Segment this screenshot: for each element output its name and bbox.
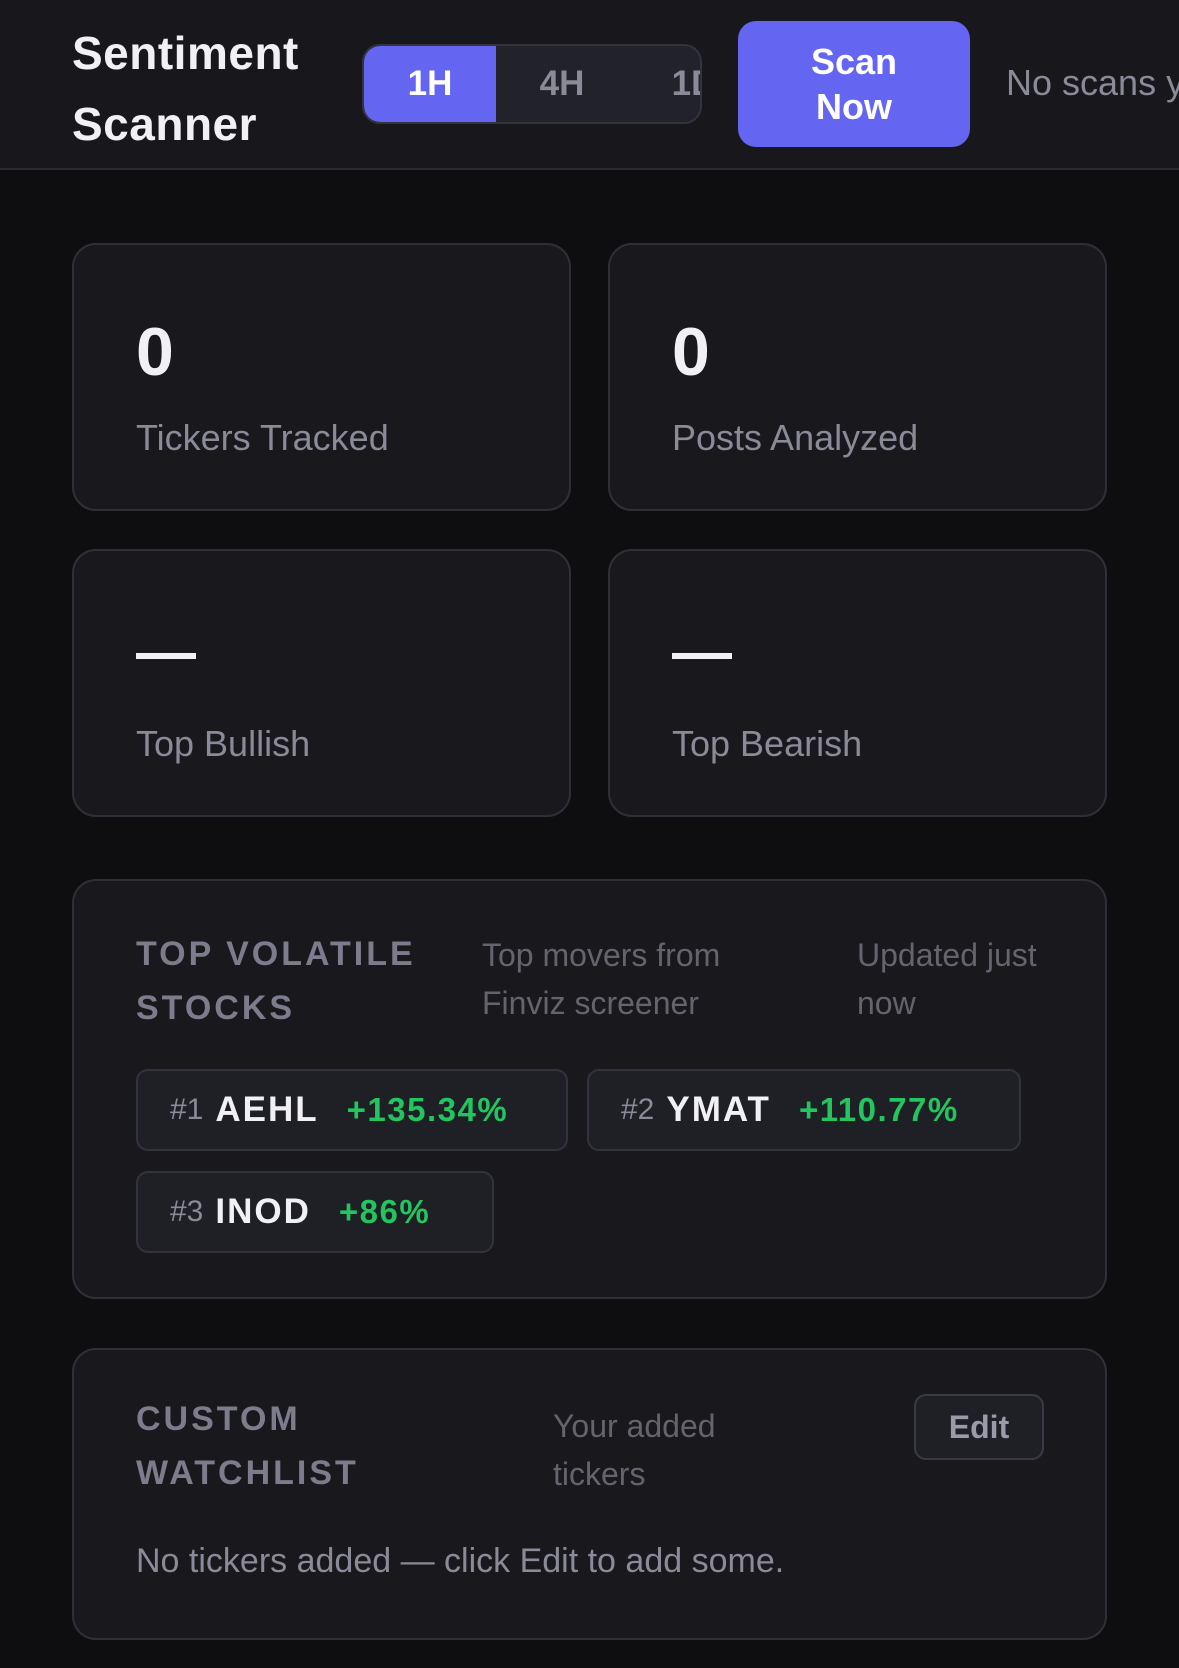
panel-title: Top Volatile Stocks bbox=[136, 935, 416, 1027]
scan-now-button[interactable]: Scan Now bbox=[738, 21, 970, 147]
stat-card-posts-analyzed: 0 Posts Analyzed bbox=[608, 243, 1107, 511]
stat-label: Posts Analyzed bbox=[672, 417, 919, 458]
custom-watchlist-panel: Custom Watchlist Your added tickers Edit… bbox=[72, 1348, 1107, 1640]
watchlist-empty-message: No tickers added — click Edit to add som… bbox=[136, 1542, 785, 1580]
stat-card-tickers-tracked: 0 Tickers Tracked bbox=[72, 243, 571, 511]
empty-value-dash bbox=[672, 653, 732, 659]
stock-rank: #2 bbox=[621, 1093, 655, 1126]
stock-symbol: YMAT bbox=[666, 1090, 771, 1129]
stat-value: 0 bbox=[136, 314, 174, 390]
stock-symbol: INOD bbox=[215, 1192, 311, 1231]
top-volatile-panel: Top Volatile Stocks Top movers from Finv… bbox=[72, 879, 1107, 1299]
timeframe-4h-button[interactable]: 4H bbox=[496, 46, 628, 122]
timeframe-selector: 1H 4H 1D bbox=[362, 44, 702, 124]
updated-status: Updated just now bbox=[857, 937, 1037, 1021]
panel-subtitle: Your added tickers bbox=[553, 1408, 716, 1492]
stat-label: Top Bullish bbox=[136, 723, 311, 764]
volatile-stock-chip[interactable]: #2 YMAT +110.77% bbox=[587, 1069, 1021, 1151]
stat-card-top-bearish: Top Bearish bbox=[608, 549, 1107, 817]
stat-label: Top Bearish bbox=[672, 723, 863, 764]
stock-change: +110.77% bbox=[798, 1091, 959, 1128]
timeframe-1d-button[interactable]: 1D bbox=[628, 46, 700, 122]
stat-label: Tickers Tracked bbox=[136, 417, 389, 458]
timeframe-1h-button[interactable]: 1H bbox=[364, 46, 496, 122]
edit-watchlist-button[interactable]: Edit bbox=[914, 1394, 1044, 1460]
panel-subtitle: Top movers from Finviz screener bbox=[482, 937, 721, 1021]
volatile-stock-chip[interactable]: #3 INOD +86% bbox=[136, 1171, 494, 1253]
stat-card-top-bullish: Top Bullish bbox=[72, 549, 571, 817]
stock-rank: #3 bbox=[170, 1195, 204, 1228]
stock-symbol: AEHL bbox=[215, 1090, 319, 1129]
volatile-stock-chip[interactable]: #1 AEHL +135.34% bbox=[136, 1069, 568, 1151]
stock-change: +135.34% bbox=[346, 1091, 509, 1128]
panel-title: Custom Watchlist bbox=[136, 1400, 359, 1492]
stock-change: +86% bbox=[338, 1193, 431, 1230]
top-bar: Sentiment Scanner 1H 4H 1D Scan Now No s… bbox=[0, 0, 1179, 170]
app-title: Sentiment Scanner bbox=[72, 27, 299, 150]
stat-value: 0 bbox=[672, 314, 710, 390]
last-scan-status: No scans yet bbox=[1006, 62, 1179, 103]
stock-rank: #1 bbox=[170, 1093, 204, 1126]
empty-value-dash bbox=[136, 653, 196, 659]
